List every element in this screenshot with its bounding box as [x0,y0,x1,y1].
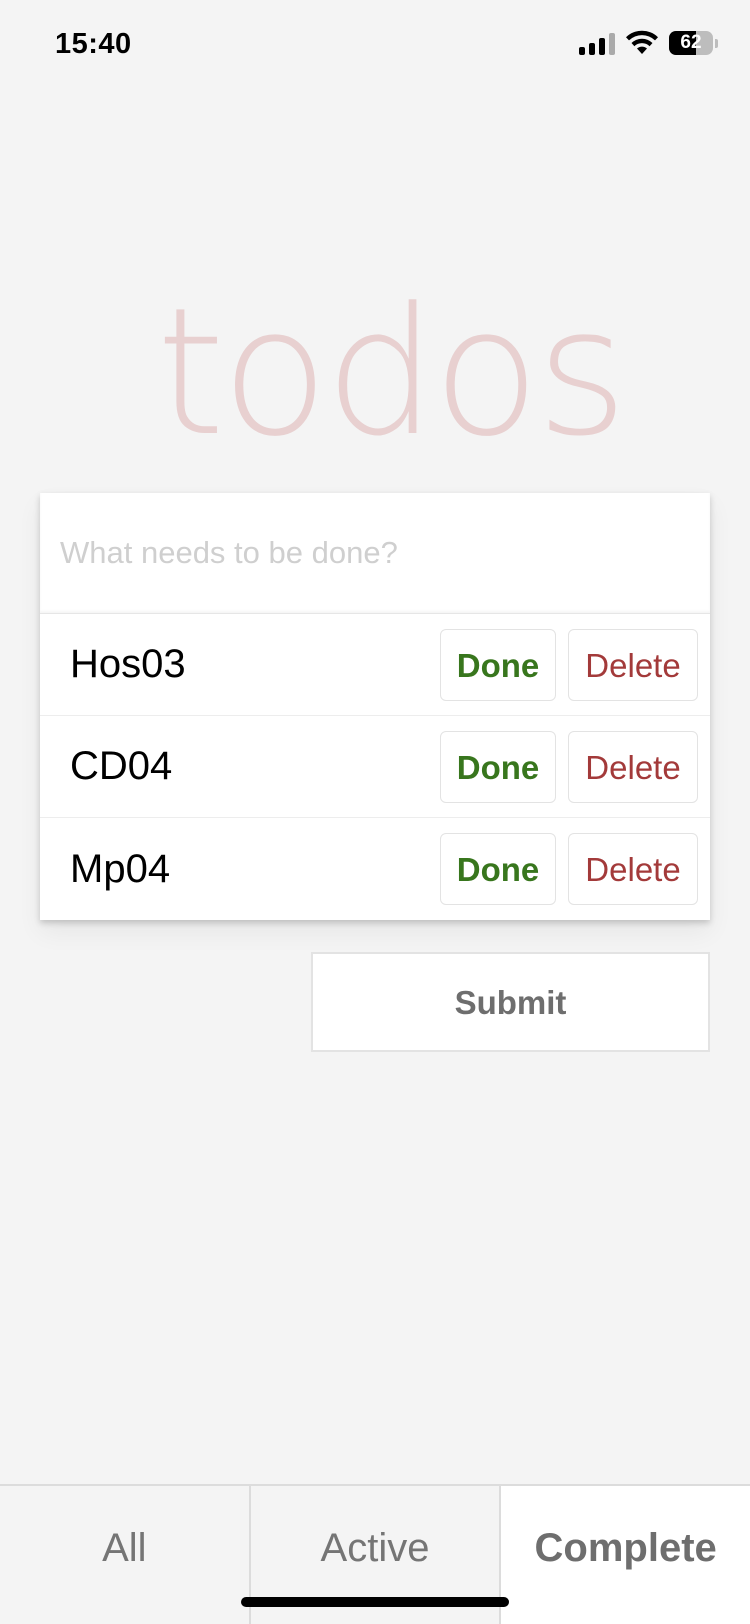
submit-button[interactable]: Submit [311,952,710,1052]
battery-nub [715,38,718,48]
filter-tab-all[interactable]: All [0,1486,249,1624]
done-button[interactable]: Done [440,731,556,803]
todo-label: Mp04 [70,846,171,891]
battery-icon: 62 [669,31,713,55]
todo-item: CD04 Done Delete [40,716,710,818]
done-button[interactable]: Done [440,833,556,905]
todo-item: Hos03 Done Delete [40,614,710,716]
new-todo-input[interactable] [40,493,710,613]
delete-button[interactable]: Delete [568,629,698,701]
todo-item: Mp04 Done Delete [40,818,710,920]
delete-button[interactable]: Delete [568,833,698,905]
app-title: todos [156,270,628,475]
todo-card: Hos03 Done Delete CD04 Done Delete Mp04 … [40,493,710,920]
done-button[interactable]: Done [440,629,556,701]
signal-icon [579,31,615,55]
status-time: 15:40 [55,28,132,60]
todo-label: CD04 [70,744,173,788]
wifi-icon [625,30,659,56]
status-bar: 15:40 62 [0,0,750,90]
home-indicator [241,1597,509,1607]
todo-label: Hos03 [70,642,186,686]
status-icons: 62 [579,30,718,56]
battery-level: 62 [680,32,702,53]
filter-tab-complete[interactable]: Complete [499,1486,750,1624]
delete-button[interactable]: Delete [568,731,698,803]
todo-list: Hos03 Done Delete CD04 Done Delete Mp04 … [40,613,710,920]
